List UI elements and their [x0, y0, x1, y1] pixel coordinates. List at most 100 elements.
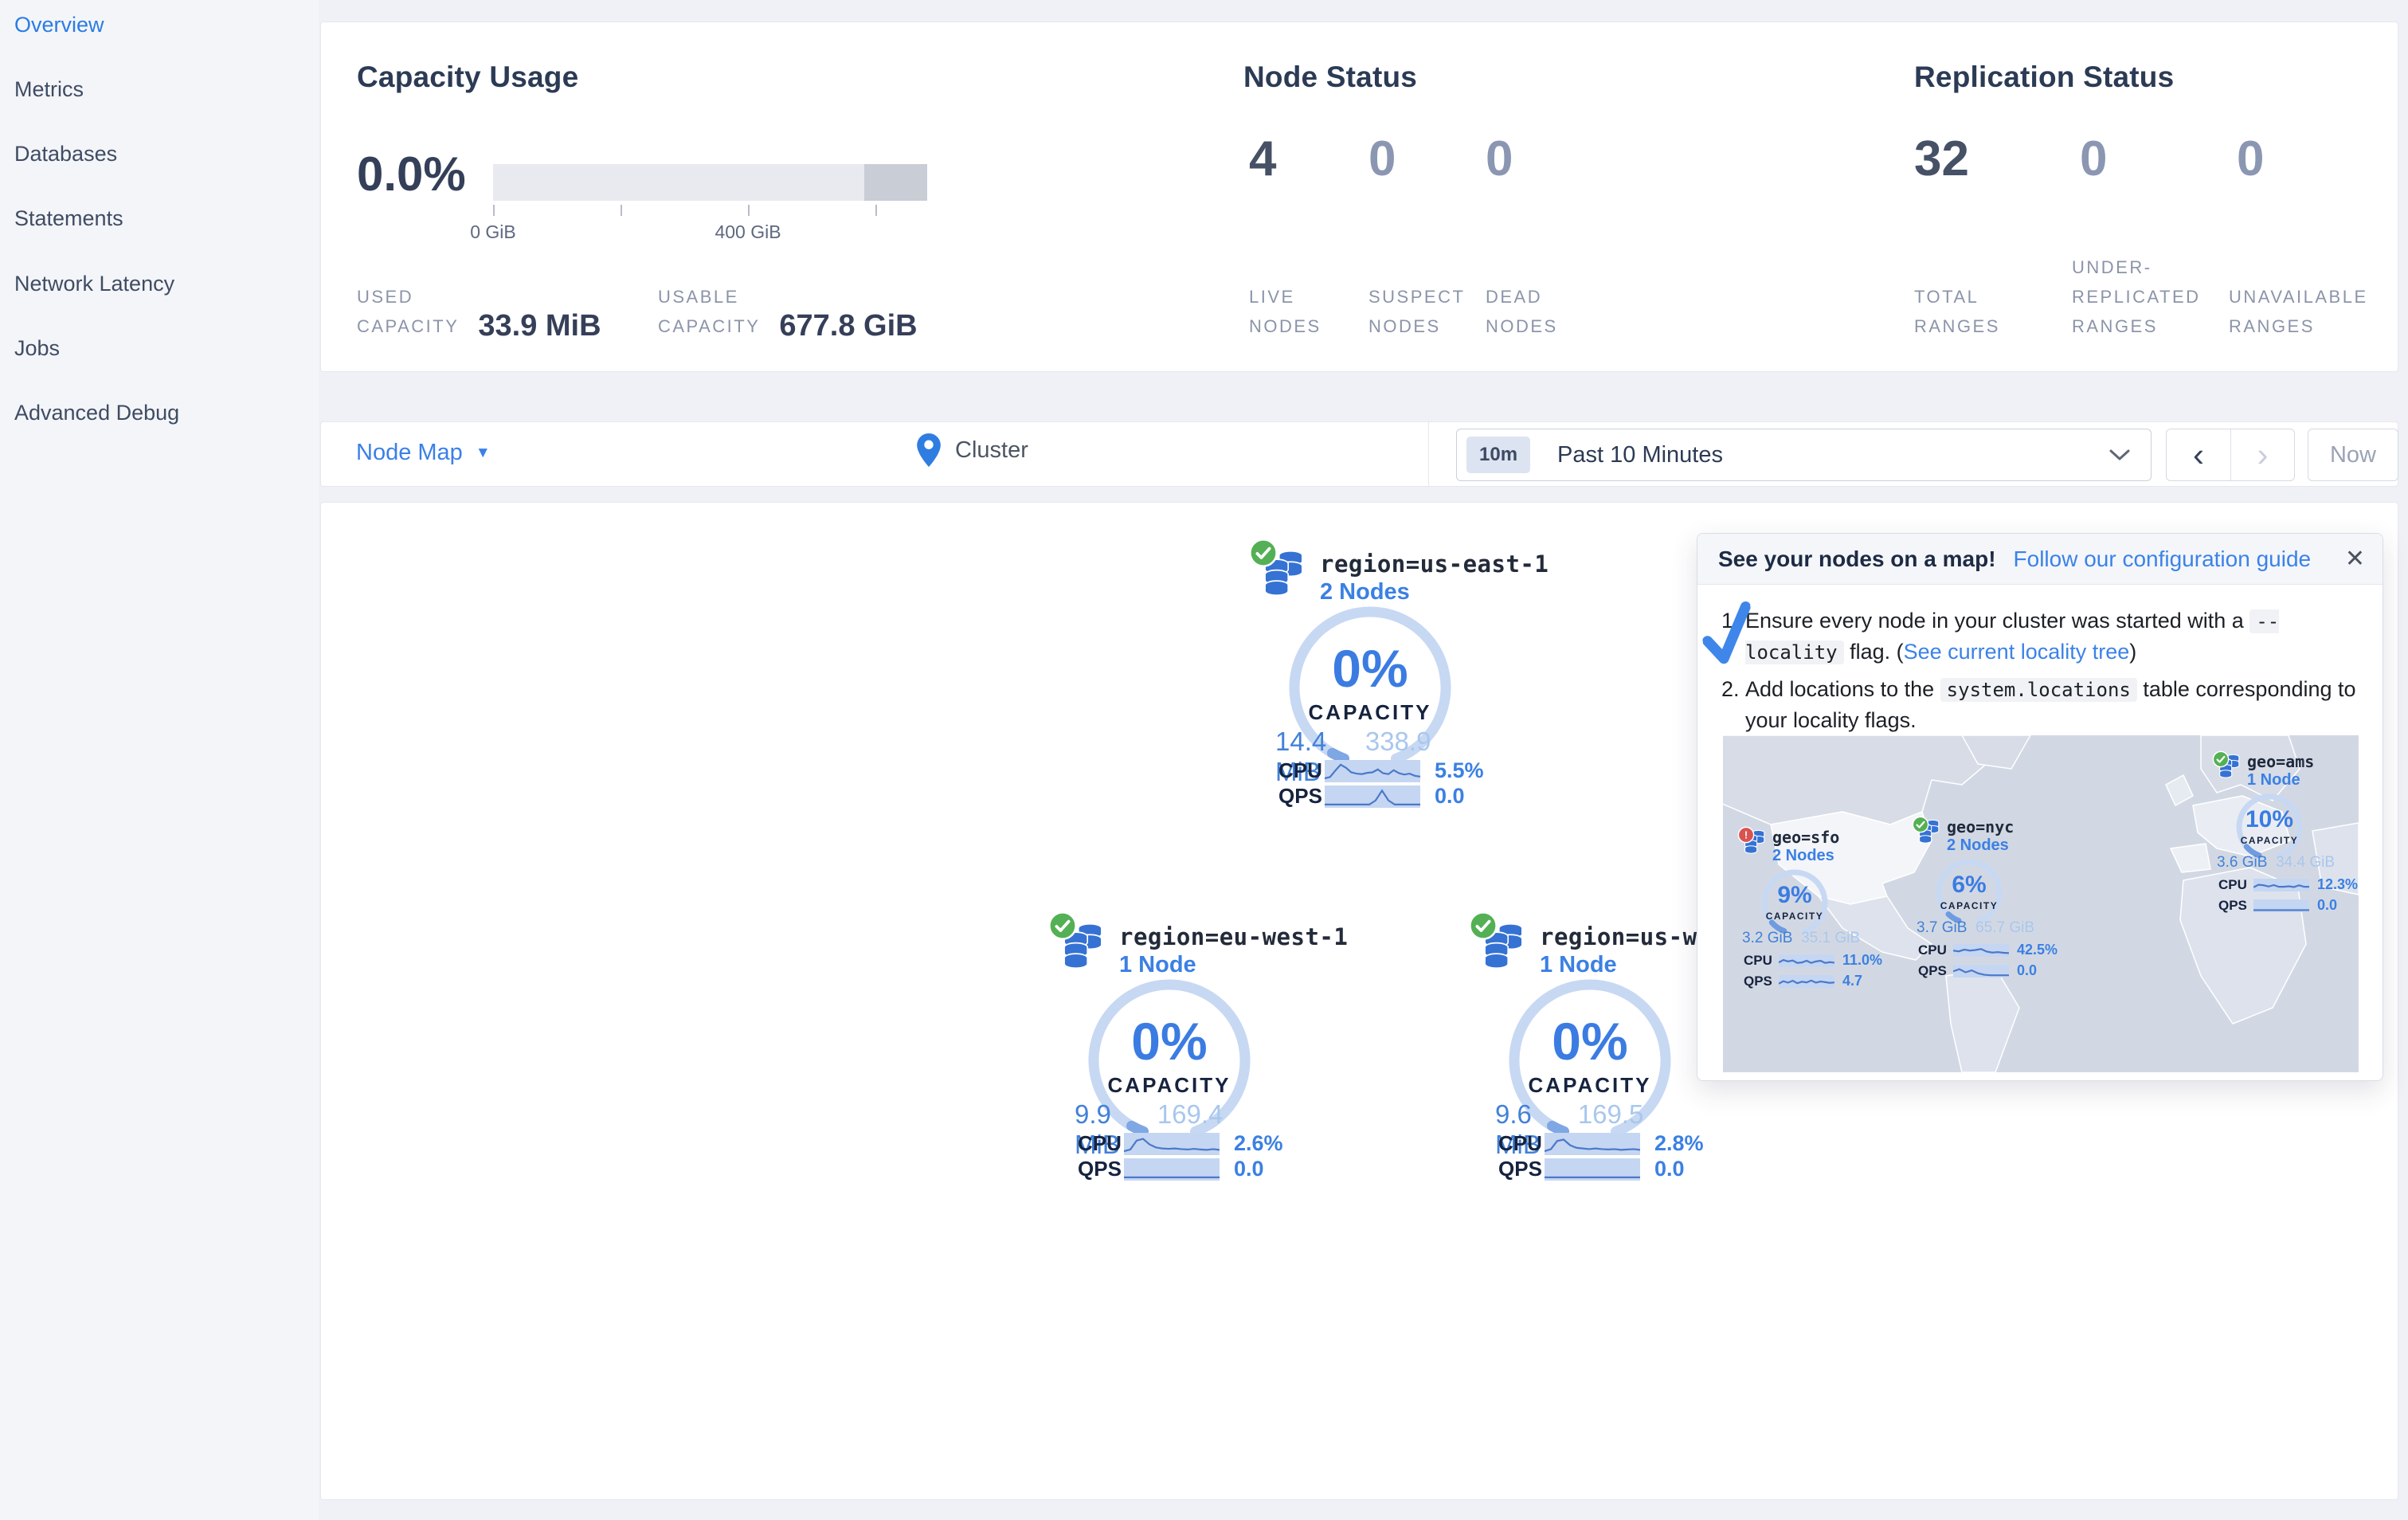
region-name: region=us-east-1 [1320, 550, 1549, 578]
time-range-label: Past 10 Minutes [1557, 441, 1723, 468]
qps-sparkline [1325, 785, 1420, 808]
map-node-name: geo=nyc [1947, 817, 2014, 836]
qps-label: QPS [1078, 1157, 1122, 1181]
now-button[interactable]: Now [2308, 429, 2398, 481]
configuration-guide-link[interactable]: Follow our configuration guide [2014, 546, 2312, 572]
axis-tick [621, 205, 622, 216]
chevron-down-icon [2109, 449, 2130, 460]
healthy-check-icon [2212, 750, 2230, 768]
qps-value: 0.0 [1654, 1157, 1685, 1181]
capacity-label: CAPACITY [1765, 911, 1824, 922]
cluster-summary-panel: Capacity Usage 0.0% 0 GiB 400 GiB USED C… [320, 22, 2398, 372]
cpu-value: 11.0% [1842, 952, 1883, 968]
cpu-label: CPU [1278, 758, 1322, 782]
locality-tree-link[interactable]: See current locality tree [1904, 640, 2130, 664]
qps-label: QPS [1918, 962, 1947, 978]
axis-tick [493, 205, 495, 216]
configuration-steps: Ensure every node in your cluster was st… [1745, 605, 2359, 735]
live-nodes-count: 4 [1249, 131, 1277, 186]
sidebar-item-statements[interactable]: Statements [14, 206, 123, 231]
usable-capacity-value: 677.8 GiB [779, 309, 918, 343]
cpu-label: CPU [1498, 1131, 1542, 1155]
total-value: 65.7 GiB [1975, 919, 2034, 936]
sidebar-item-metrics[interactable]: Metrics [14, 77, 84, 102]
qps-sparkline [1779, 974, 1834, 988]
capacity-percent: 6% [1952, 872, 1987, 898]
qps-sparkline [1953, 964, 2009, 977]
used-value: 3.6 GiB [2217, 854, 2268, 871]
cpu-sparkline [1545, 1132, 1640, 1155]
sidebar-item-advanced-debug[interactable]: Advanced Debug [14, 401, 179, 425]
axis-tick [748, 205, 750, 216]
sidebar-item-overview[interactable]: Overview [14, 13, 104, 37]
svg-text:!: ! [1744, 829, 1748, 841]
step-text: Add locations to the [1745, 677, 1940, 701]
unavailable-ranges-label: UNAVAILABLE RANGES [2229, 287, 2368, 336]
cpu-value: 5.5% [1435, 758, 1484, 782]
cpu-label: CPU [1078, 1131, 1122, 1155]
suspect-nodes-count: 0 [1368, 131, 1396, 186]
time-range-dropdown[interactable]: 10m Past 10 Minutes [1456, 429, 2152, 481]
usable-capacity-stat: USABLE CAPACITY 677.8 GiB [658, 282, 918, 343]
used-capacity-label: USED CAPACITY [357, 287, 460, 336]
capacity-label: CAPACITY [1940, 900, 1999, 911]
cpu-sparkline [1779, 954, 1834, 967]
qps-sparkline [1124, 1158, 1220, 1181]
sidebar-item-databases[interactable]: Databases [14, 142, 117, 166]
total-value: 34.4 GiB [2276, 854, 2335, 871]
qps-label: QPS [1744, 973, 1772, 989]
code-chip: system.locations [1940, 678, 2137, 702]
sidebar-item-network-latency[interactable]: Network Latency [14, 272, 174, 296]
cpu-sparkline [2253, 878, 2309, 891]
capacity-label: CAPACITY [2240, 835, 2299, 846]
map-node-count: 2 Nodes [1947, 836, 2009, 854]
cpu-label: CPU [1918, 942, 1947, 958]
time-back-button[interactable]: ‹ [2167, 429, 2230, 480]
dead-nodes-label: DEAD NODES [1486, 287, 1558, 336]
cpu-value: 42.5% [2017, 942, 2058, 958]
axis-tick-label: 400 GiB [715, 221, 781, 242]
map-node-sfo: ! geo=sfo 2 Nodes 9% CAPACITY 3.2 GiB 35… [1737, 826, 1913, 1017]
region-name: region=eu-west-1 [1119, 923, 1349, 950]
qps-value: 4.7 [1842, 973, 1863, 989]
configuration-step: Add locations to the system.locations ta… [1745, 674, 2359, 735]
under-replicated-ranges-label: UNDER- REPLICATED RANGES [2072, 257, 2201, 336]
time-forward-button[interactable]: › [2230, 429, 2294, 480]
map-preview: ! geo=sfo 2 Nodes 9% CAPACITY 3.2 GiB 35… [1723, 735, 2359, 1072]
qps-label: QPS [1498, 1157, 1542, 1181]
sidebar: Overview Metrics Databases Statements Ne… [0, 0, 319, 1520]
dead-nodes-count: 0 [1486, 131, 1513, 186]
cpu-value: 2.6% [1234, 1131, 1283, 1155]
used-value: 3.7 GiB [1917, 919, 1968, 936]
capacity-label: CAPACITY [1107, 1073, 1231, 1097]
step-text: Ensure every node in your cluster was st… [1745, 609, 2250, 633]
qps-value: 0.0 [2317, 897, 2338, 913]
used-capacity-stat: USED CAPACITY 33.9 MiB [357, 282, 601, 343]
popup-title: See your nodes on a map! [1718, 546, 1996, 571]
view-mode-label: Node Map [356, 440, 463, 465]
map-node-nyc: geo=nyc 2 Nodes 6% CAPACITY 3.7 GiB 65.7… [1912, 816, 2087, 1007]
replication-status-title: Replication Status [1914, 61, 2175, 93]
view-mode-dropdown[interactable]: Node Map ▼ [356, 440, 491, 466]
time-step-buttons: ‹ › [2166, 429, 2295, 481]
sidebar-item-jobs[interactable]: Jobs [14, 336, 60, 361]
total-ranges-label: TOTAL RANGES [1914, 287, 2000, 336]
used-value: 3.2 GiB [1742, 930, 1793, 946]
cpu-label: CPU [1744, 952, 1772, 968]
healthy-check-icon [1248, 538, 1278, 568]
configuration-step: Ensure every node in your cluster was st… [1745, 605, 2359, 668]
map-node-name: geo=ams [2247, 752, 2315, 771]
cpu-value: 2.8% [1654, 1131, 1704, 1155]
time-range-badge: 10m [1466, 437, 1531, 473]
qps-value: 0.0 [1435, 784, 1465, 808]
qps-sparkline [1545, 1158, 1640, 1181]
breadcrumb[interactable]: Cluster [917, 433, 1028, 467]
capacity-label: CAPACITY [1528, 1073, 1652, 1097]
capacity-used-percent: 0.0% [357, 147, 466, 201]
close-icon[interactable]: ✕ [2345, 545, 2365, 573]
qps-sparkline [2253, 899, 2309, 912]
cpu-label: CPU [2218, 876, 2247, 892]
capacity-usage-bar [493, 164, 927, 201]
axis-tick [875, 205, 877, 216]
healthy-check-icon [1912, 816, 1929, 833]
